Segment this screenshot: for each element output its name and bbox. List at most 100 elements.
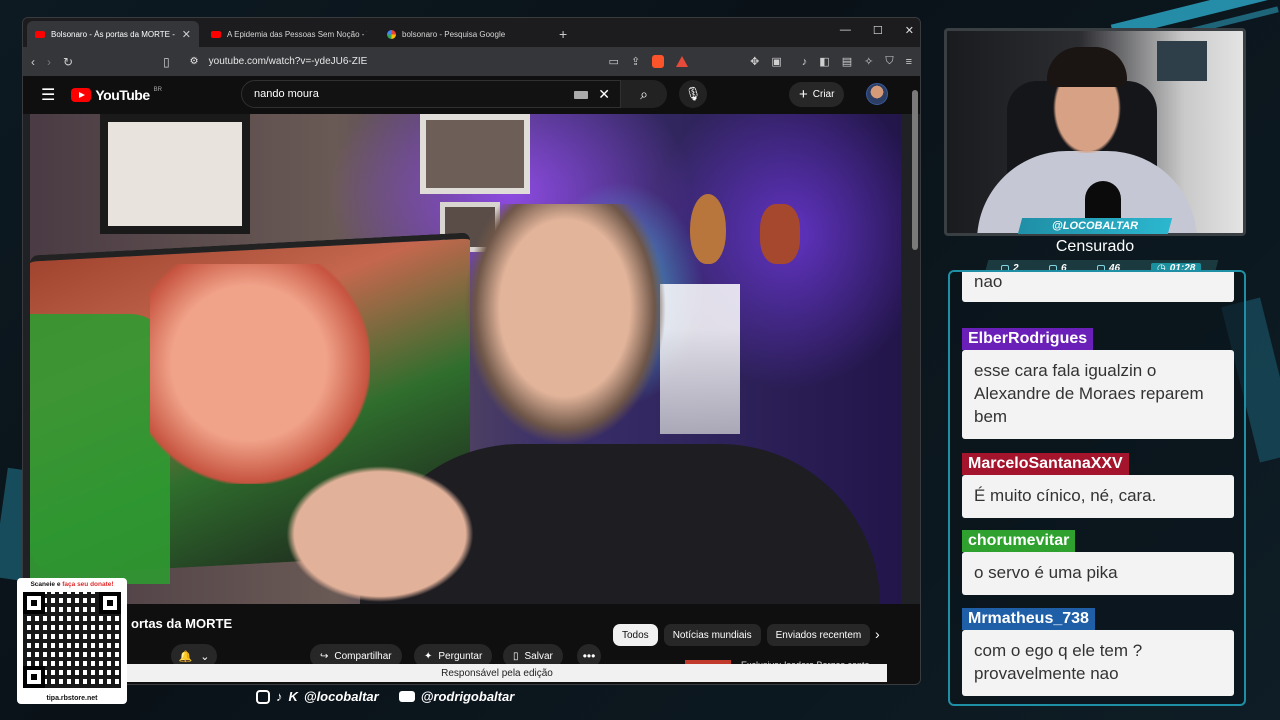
kick-icon: K — [288, 689, 298, 704]
chat-panel: nao ElberRodrigues esse cara fala igualz… — [948, 270, 1246, 706]
instagram-icon — [256, 689, 270, 704]
tab-google-search[interactable]: bolsonaro - Pesquisa Google — [379, 21, 551, 47]
url-text: youtube.com/watch?v=-ydeJU6-ZIE — [208, 56, 368, 67]
tab-youtube-video[interactable]: Bolsonaro - Às portas da MORTE - YouTube… — [27, 21, 199, 47]
keyboard-icon[interactable] — [574, 91, 588, 99]
plus-icon: + — [799, 86, 808, 103]
forward-icon[interactable]: › — [47, 55, 51, 69]
maximize-icon[interactable]: ☐ — [873, 24, 883, 37]
qr-finder — [99, 592, 121, 614]
qr-finder — [23, 592, 45, 614]
create-button[interactable]: + Criar — [789, 82, 845, 107]
chevron-down-icon: ⌄ — [200, 650, 210, 663]
search-value: nando moura — [254, 88, 319, 100]
stream-subtitle: Censurado — [1055, 238, 1135, 255]
country-code: BR — [153, 87, 162, 93]
more-icon: ••• — [582, 649, 596, 663]
video-content — [420, 114, 530, 194]
brave-rewards-icon[interactable] — [676, 56, 689, 67]
back-icon[interactable]: ‹ — [31, 55, 35, 69]
chip-enviados[interactable]: Enviados recentem — [766, 624, 871, 646]
chevron-right-icon[interactable]: › — [875, 626, 880, 642]
search-input[interactable]: nando moura ✕ — [241, 80, 621, 108]
chat-username: ElberRodrigues — [962, 328, 1094, 350]
screenshot-icon[interactable]: ▣ — [771, 55, 781, 68]
share-icon: ↪ — [320, 650, 329, 662]
reload-icon[interactable]: ↻ — [63, 55, 73, 69]
youtube-favicon-icon — [35, 30, 45, 38]
tab-title: Bolsonaro - Às portas da MORTE - YouTube — [51, 29, 176, 39]
url-field[interactable]: ⚙ youtube.com/watch?v=-ydeJU6-ZIE — [190, 56, 597, 67]
clear-search-icon[interactable]: ✕ — [598, 86, 610, 103]
vpn-icon[interactable]: ⛉ — [885, 55, 893, 68]
streamer-handle-text: @LOCOBALTAR — [1051, 220, 1139, 232]
share-label: Compartilhar — [334, 650, 392, 662]
leo-ai-icon[interactable]: ✧ — [864, 55, 873, 68]
chat-text: É muito cínico, né, cara. — [962, 475, 1234, 518]
video-content — [150, 264, 370, 484]
brave-shields-icon[interactable] — [652, 55, 665, 68]
chat-username: chorumevitar — [962, 530, 1076, 552]
qr-url: tipa.rbstore.net — [46, 695, 98, 702]
sidebar-icon[interactable]: ◧ — [819, 55, 829, 68]
webcam-content — [1157, 41, 1207, 81]
site-info-icon[interactable]: ⚙ — [190, 56, 199, 67]
video-content — [450, 204, 680, 464]
media-icon[interactable]: ♪ — [802, 56, 808, 68]
bell-icon: 🔔 — [178, 650, 193, 663]
wallet-icon[interactable]: ▤ — [842, 55, 852, 68]
bookmark-save-icon: ▯ — [513, 650, 519, 662]
video-content — [100, 114, 250, 234]
browser-window: Bolsonaro - Às portas da MORTE - YouTube… — [22, 17, 921, 685]
extensions-icon[interactable]: ✥ — [750, 55, 759, 68]
chat-text: com o ego q ele tem ? provavelmente nao — [962, 630, 1234, 696]
donate-qr: Scaneie e faça seu donate! tipa.rbstore.… — [17, 578, 127, 704]
new-tab-button[interactable]: + — [559, 26, 567, 42]
youtube-play-icon — [71, 88, 92, 102]
qr-caption-b: faça seu donate! — [62, 581, 114, 588]
chat-message-partial: nao — [962, 272, 1234, 302]
webcam-feed — [944, 28, 1246, 236]
social-handle-a: @locobaltar — [303, 689, 379, 704]
address-bar: ‹ › ↻ ▯ ⚙ youtube.com/watch?v=-ydeJU6-ZI… — [23, 47, 920, 76]
qr-caption-a: Scaneie e — [30, 581, 63, 588]
save-label: Salvar — [524, 650, 553, 662]
youtube-header: ☰ YouTube BR nando moura ✕ ⌕ 🎙 + Criar — [23, 76, 920, 114]
tab-title: A Epidemia das Pessoas Sem Noção - YouTu… — [227, 29, 367, 39]
bookmark-icon[interactable]: ▯ — [163, 55, 170, 69]
tab-bar: Bolsonaro - Às portas da MORTE - YouTube… — [23, 18, 920, 47]
hamburger-menu-icon[interactable]: ☰ — [41, 85, 55, 105]
address-icons: ▭ ⇪ ✥ ▣ ♪ ◧ ▤ ✧ ⛉ ≡ — [609, 55, 912, 68]
video-content — [30, 314, 170, 584]
ask-label: Perguntar — [438, 650, 483, 662]
status-bar: Responsável pela edição — [107, 664, 887, 682]
video-content — [270, 454, 490, 604]
close-icon[interactable]: ✕ — [182, 28, 191, 41]
youtube-icon — [398, 691, 415, 702]
tab-title: bolsonaro - Pesquisa Google — [402, 29, 506, 39]
minimize-icon[interactable]: — — [840, 24, 851, 37]
chip-noticias[interactable]: Notícias mundiais — [663, 624, 761, 646]
youtube-logo[interactable]: YouTube BR — [71, 87, 162, 103]
avatar[interactable] — [866, 83, 888, 105]
qr-caption: Scaneie e faça seu donate! — [17, 578, 127, 588]
video-content — [760, 204, 800, 264]
tab-youtube-video-2[interactable]: A Epidemia das Pessoas Sem Noção - YouTu… — [203, 21, 375, 47]
menu-icon[interactable]: ≡ — [906, 56, 912, 68]
streamer-handle: @LOCOBALTAR — [1017, 218, 1173, 234]
cast-icon[interactable]: ▭ — [609, 55, 619, 68]
chat-username: MarceloSantanaXXV — [962, 453, 1129, 475]
chip-todos[interactable]: Todos — [613, 624, 658, 646]
google-favicon-icon — [387, 29, 396, 39]
voice-search-button[interactable]: 🎙 — [679, 80, 707, 108]
chat-username: Mrmatheus_738 — [962, 608, 1095, 630]
create-label: Criar — [812, 89, 835, 100]
share-page-icon[interactable]: ⇪ — [631, 55, 640, 68]
qr-finder — [23, 666, 45, 688]
chat-text: o servo é uma pika — [962, 552, 1234, 595]
close-window-icon[interactable]: ✕ — [905, 24, 914, 37]
scrollbar[interactable] — [912, 90, 918, 250]
social-handles: ♪ K @locobaltar @rodrigobaltar — [256, 689, 514, 704]
video-player[interactable] — [30, 114, 901, 604]
search-button[interactable]: ⌕ — [621, 80, 667, 108]
